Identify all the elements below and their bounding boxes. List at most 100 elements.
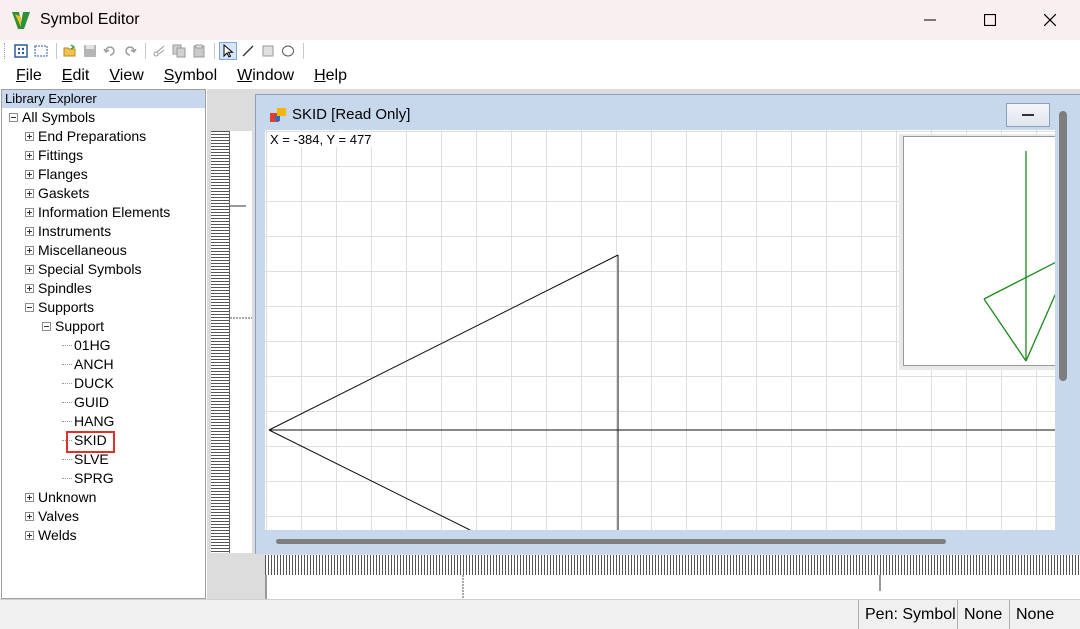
collapse-icon[interactable] — [25, 303, 34, 312]
tree-label: Special Symbols — [38, 261, 142, 277]
minimize-icon — [924, 19, 936, 21]
status-field-3: None — [1009, 600, 1060, 629]
expand-icon[interactable] — [25, 151, 34, 160]
ellipse-tool-button[interactable] — [279, 42, 297, 60]
expand-icon[interactable] — [25, 227, 34, 236]
open-folder-icon — [63, 44, 76, 57]
close-button[interactable] — [1020, 0, 1080, 40]
dashed-rect-icon — [34, 45, 48, 57]
tree-item-category[interactable]: Fittings — [25, 146, 83, 165]
menu-view[interactable]: View — [99, 67, 153, 85]
paste-button[interactable] — [190, 42, 208, 60]
menu-window[interactable]: Window — [227, 67, 304, 85]
collapse-icon[interactable] — [9, 113, 18, 122]
tree-item-support[interactable]: Support — [42, 317, 104, 336]
tree-label: HANG — [74, 413, 115, 429]
tree-label: Gaskets — [38, 185, 90, 201]
redo-icon — [125, 46, 137, 56]
new-symbol-button[interactable] — [12, 42, 30, 60]
document-title: SKID [Read Only] — [292, 106, 411, 123]
pointer-tool-button[interactable] — [219, 42, 237, 60]
tree-label: Fittings — [38, 147, 84, 163]
tree-item-symbol[interactable]: SPRG — [62, 469, 114, 488]
document-title-bar: SKID [Read Only] — [270, 106, 410, 123]
tree-item-category[interactable]: Welds — [25, 526, 77, 545]
library-explorer: Library Explorer All Symbols End Preparat… — [1, 89, 206, 599]
toolbar-separator — [145, 43, 146, 59]
tree-label: Unknown — [38, 489, 97, 505]
tree-item-symbol[interactable]: 01HG — [62, 336, 111, 355]
toolbar — [0, 40, 1080, 62]
tree-label: 01HG — [74, 337, 111, 353]
expand-icon[interactable] — [25, 531, 34, 540]
undo-icon — [103, 46, 115, 56]
undo-button[interactable] — [101, 42, 119, 60]
tree-item-symbol[interactable]: ANCH — [62, 355, 114, 374]
expand-icon[interactable] — [25, 512, 34, 521]
cut-button[interactable] — [150, 42, 168, 60]
toolbar-separator — [56, 43, 57, 59]
open-button[interactable] — [61, 42, 79, 60]
tree-item-category[interactable]: Supports — [25, 298, 94, 317]
menu-label: dit — [72, 67, 90, 84]
vertical-scrollbar[interactable] — [1059, 111, 1067, 381]
tree-label: Information Elements — [38, 204, 171, 220]
tree-connector — [62, 402, 72, 403]
drawing-canvas[interactable]: X = -384, Y = 477 — [265, 130, 1055, 530]
maximize-button[interactable] — [960, 0, 1020, 40]
tree-item-category[interactable]: Instruments — [25, 222, 111, 241]
line-icon — [242, 45, 254, 57]
tree-label: SPRG — [74, 470, 114, 486]
menu-symbol[interactable]: Symbol — [154, 67, 227, 85]
tree-item-category[interactable]: Spindles — [25, 279, 92, 298]
tree-item-category[interactable]: Information Elements — [25, 203, 170, 222]
menu-mnemonic: S — [163, 67, 175, 84]
copy-icon — [172, 44, 186, 58]
minimize-button[interactable] — [900, 0, 960, 40]
tree-item-category[interactable]: Gaskets — [25, 184, 89, 203]
expand-icon[interactable] — [25, 170, 34, 179]
tree-item-category[interactable]: Flanges — [25, 165, 88, 184]
tree-label: Support — [55, 318, 105, 334]
copy-button[interactable] — [170, 42, 188, 60]
menu-file[interactable]: File — [6, 67, 52, 85]
line-tool-button[interactable] — [239, 42, 257, 60]
tree-item-symbol[interactable]: DUCK — [62, 374, 114, 393]
tree-label: Miscellaneous — [38, 242, 127, 258]
tree-item-category[interactable]: Valves — [25, 507, 79, 526]
status-pen: Pen: Symbol — [858, 600, 962, 629]
select-region-button[interactable] — [32, 42, 50, 60]
tree-item-category[interactable]: End Preparations — [25, 127, 146, 146]
tree-item-symbol[interactable]: HANG — [62, 412, 114, 431]
tree-item-all-symbols[interactable]: All Symbols — [9, 108, 95, 127]
expand-icon[interactable] — [25, 208, 34, 217]
expand-icon[interactable] — [25, 246, 34, 255]
expand-icon[interactable] — [25, 189, 34, 198]
toolbar-grip[interactable] — [4, 43, 8, 59]
menu-label: ile — [25, 67, 42, 84]
menu-edit[interactable]: Edit — [52, 67, 100, 85]
preview-drawing — [983, 151, 1055, 362]
expand-icon[interactable] — [25, 493, 34, 502]
expand-icon[interactable] — [25, 265, 34, 274]
tree-item-symbol[interactable]: GUID — [62, 393, 109, 412]
pointer-icon — [223, 44, 234, 58]
tree-label: Flanges — [38, 166, 88, 182]
tree-item-category[interactable]: Miscellaneous — [25, 241, 127, 260]
menu-label: iew — [119, 67, 144, 84]
menu-help[interactable]: Help — [304, 67, 357, 85]
tree-item-category[interactable]: Unknown — [25, 488, 96, 507]
collapse-icon[interactable] — [42, 322, 51, 331]
redo-button[interactable] — [121, 42, 139, 60]
expand-icon[interactable] — [25, 132, 34, 141]
horizontal-scrollbar[interactable] — [276, 539, 946, 544]
expand-icon[interactable] — [25, 284, 34, 293]
document-minimize-button[interactable] — [1006, 103, 1050, 127]
horizontal-ruler — [265, 555, 1080, 599]
save-icon — [84, 45, 96, 57]
tree-label: Welds — [38, 527, 77, 543]
scissors-icon — [153, 45, 165, 57]
tree-item-category[interactable]: Special Symbols — [25, 260, 142, 279]
rectangle-tool-button[interactable] — [259, 42, 277, 60]
save-button[interactable] — [81, 42, 99, 60]
